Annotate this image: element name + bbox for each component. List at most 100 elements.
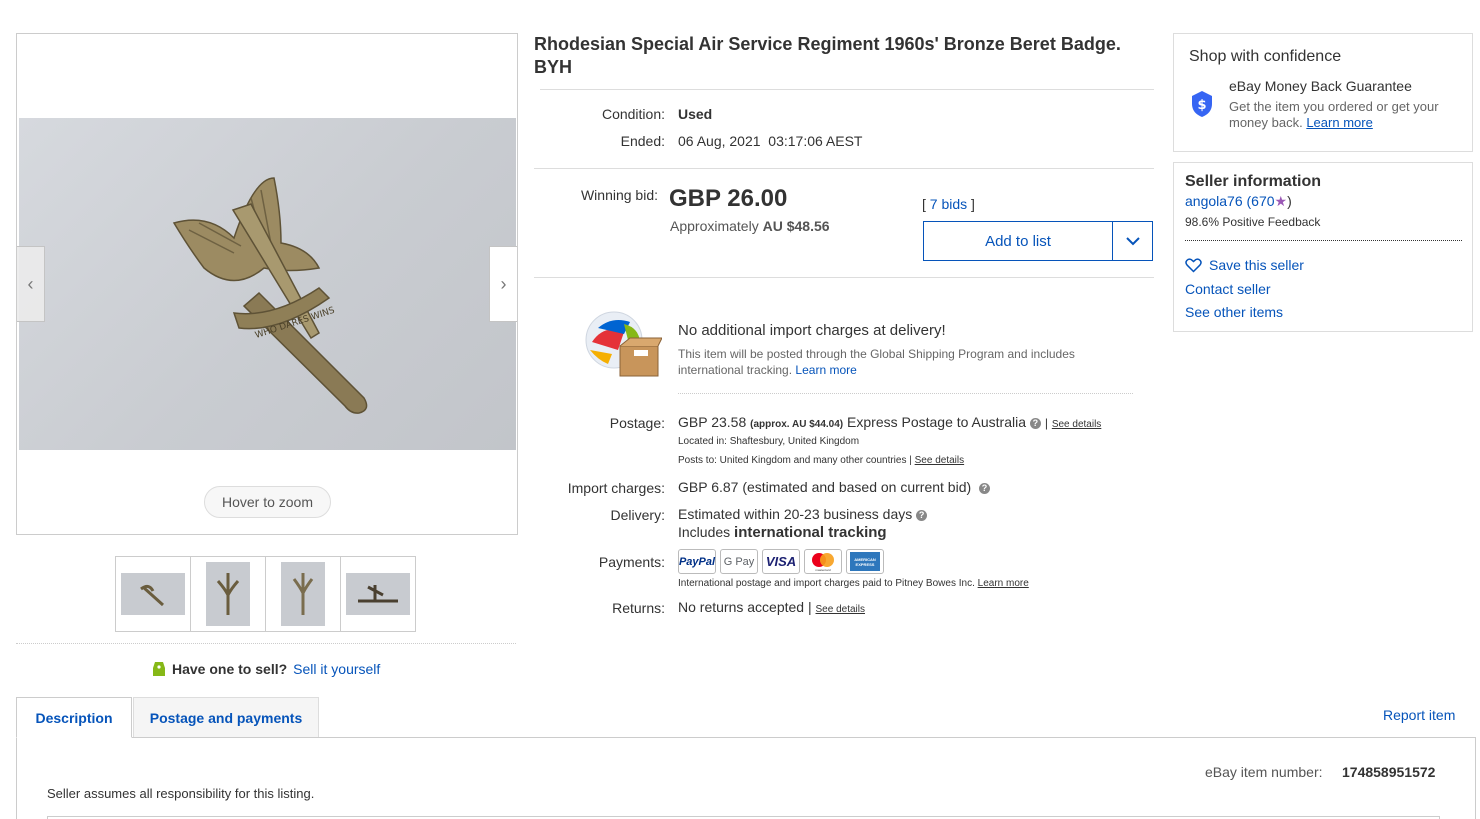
heart-icon	[1185, 257, 1202, 273]
postage-see-details-link[interactable]: See details	[1052, 419, 1101, 430]
prev-image-button[interactable]: ‹	[17, 246, 45, 322]
sell-question: Have one to sell?	[172, 661, 288, 677]
next-image-button[interactable]: ›	[489, 246, 517, 322]
postage-approx: (approx. AU $44.04)	[750, 419, 844, 430]
chevron-down-icon	[1125, 236, 1140, 245]
returns-text: No returns accepted |	[678, 599, 812, 615]
save-seller-link[interactable]: Save this seller	[1209, 257, 1304, 273]
winning-bid-label: Winning bid:	[580, 187, 658, 203]
amex-logo: AMERICAN EXPRESS	[846, 549, 884, 574]
delivery-tracking-text: international tracking	[734, 524, 887, 541]
delivery-tracking: Includes international tracking	[678, 524, 887, 541]
seller-info-title: Seller information	[1185, 173, 1322, 190]
image-gallery: WHO DARES WINS ‹ › Hover to zoom	[16, 33, 518, 535]
seller-score[interactable]: (670	[1247, 193, 1275, 209]
help-icon[interactable]: ?	[1029, 418, 1041, 429]
bids-link[interactable]: 7 bids	[930, 196, 967, 212]
bids-bracket-open: [	[922, 196, 926, 212]
divider	[1185, 240, 1462, 241]
listing-title: Rhodesian Special Air Service Regiment 1…	[534, 34, 1121, 77]
import-notice-text: This item will be posted through the Glo…	[678, 347, 1075, 377]
thumbnail-image	[206, 562, 250, 626]
help-icon[interactable]: ?	[916, 510, 928, 521]
amex-badge: AMERICAN EXPRESS	[850, 552, 880, 571]
delivery-estimate-text: Estimated within 20-23 business days	[678, 506, 913, 522]
posts-to-see-details-link[interactable]: See details	[915, 455, 964, 466]
located-in: Located in: Shaftesbury, United Kingdom	[678, 436, 860, 447]
condition-label: Condition:	[601, 106, 665, 122]
seller-name-link[interactable]: angola76	[1185, 193, 1243, 209]
guarantee-body: Get the item you ordered or get your mon…	[1229, 99, 1444, 131]
contact-seller-link[interactable]: Contact seller	[1185, 281, 1271, 297]
paypal-logo: PayPal	[678, 549, 716, 574]
thumbnail-1[interactable]	[115, 556, 191, 632]
divider	[678, 393, 1133, 394]
visa-logo: VISA	[762, 549, 800, 574]
add-to-list-button[interactable]: Add to list	[924, 222, 1113, 260]
postage-separator: |	[1044, 416, 1048, 430]
seller-score-close: )	[1287, 193, 1292, 209]
seller-name-row: angola76 (670★)	[1185, 193, 1292, 210]
sell-it-yourself-link[interactable]: Sell it yourself	[293, 661, 380, 677]
posts-to-text: Posts to: United Kingdom and many other …	[678, 455, 912, 466]
responsibility-note: Seller assumes all responsibility for th…	[47, 786, 315, 801]
returns-label: Returns:	[612, 600, 665, 616]
see-other-items-link[interactable]: See other items	[1185, 304, 1283, 320]
posts-to: Posts to: United Kingdom and many other …	[678, 455, 964, 466]
delivery-estimate: Estimated within 20-23 business days ?	[678, 506, 928, 522]
divider	[540, 89, 1154, 90]
returns-see-details-link[interactable]: See details	[816, 604, 865, 615]
thumbnail-2[interactable]	[190, 556, 266, 632]
payments-note-text: International postage and import charges…	[678, 578, 975, 589]
mastercard-logo: mastercard	[804, 549, 842, 574]
item-number-label: eBay item number:	[1205, 764, 1323, 780]
bids-bracket-close: ]	[971, 196, 975, 212]
returns-value: No returns accepted | See details	[678, 599, 865, 615]
winning-bid-price: GBP 26.00	[669, 185, 788, 212]
mastercard-icon	[812, 552, 834, 567]
global-shipping-icon	[584, 310, 663, 380]
payments-learn-more-link[interactable]: Learn more	[978, 578, 1029, 589]
confidence-title: Shop with confidence	[1189, 48, 1342, 65]
guarantee-title: eBay Money Back Guarantee	[1229, 78, 1412, 94]
add-to-list-dropdown[interactable]	[1113, 222, 1152, 260]
thumbnail-image	[121, 573, 185, 615]
delivery-includes: Includes	[678, 524, 731, 540]
chevron-right-icon: ›	[500, 273, 507, 294]
chevron-left-icon: ‹	[27, 273, 34, 294]
item-number-value: 174858951572	[1342, 764, 1436, 780]
badge-image: WHO DARES WINS	[172, 177, 368, 414]
price-tag-icon	[153, 662, 165, 676]
help-icon[interactable]: ?	[978, 483, 990, 494]
shop-with-confidence-box: Shop with confidence $ eBay Money Back G…	[1173, 33, 1473, 152]
import-charges-label: Import charges:	[567, 480, 665, 496]
delivery-label: Delivery:	[610, 507, 665, 523]
postage-price: GBP 23.58	[678, 414, 747, 430]
shield-icon: $	[1192, 91, 1212, 117]
tab-postage-and-payments[interactable]: Postage and payments	[133, 697, 319, 738]
approx-prefix: Approximately	[670, 218, 759, 234]
save-seller-row[interactable]: Save this seller	[1185, 257, 1304, 273]
report-item-link[interactable]: Report item	[1383, 707, 1455, 723]
guarantee-learn-more-link[interactable]: Learn more	[1306, 115, 1372, 130]
import-charges-note: (estimated and based on current bid)	[742, 479, 972, 495]
tab-description[interactable]: Description	[16, 697, 132, 738]
import-learn-more-link[interactable]: Learn more	[795, 363, 856, 377]
thumbnail-3[interactable]	[265, 556, 341, 632]
svg-text:$: $	[1197, 98, 1206, 113]
hover-to-zoom-label: Hover to zoom	[204, 486, 331, 518]
divider	[534, 277, 1154, 278]
thumbnail-4[interactable]	[340, 556, 416, 632]
import-notice-body: This item will be posted through the Glo…	[678, 346, 1133, 378]
seller-information-box: Seller information angola76 (670★) 98.6%…	[1173, 162, 1473, 332]
import-charges-amount: GBP 6.87	[678, 479, 739, 495]
main-product-image[interactable]: WHO DARES WINS	[19, 118, 516, 450]
condition-value: Used	[678, 106, 713, 122]
payments-label: Payments:	[598, 554, 665, 570]
approx-value: AU $48.56	[762, 218, 830, 234]
postage-label: Postage:	[609, 415, 665, 431]
import-notice-heading: No additional import charges at delivery…	[678, 322, 946, 339]
approx-price: Approximately AU $48.56	[670, 218, 830, 234]
divider	[534, 168, 1154, 169]
google-pay-logo: G Pay	[720, 549, 758, 574]
